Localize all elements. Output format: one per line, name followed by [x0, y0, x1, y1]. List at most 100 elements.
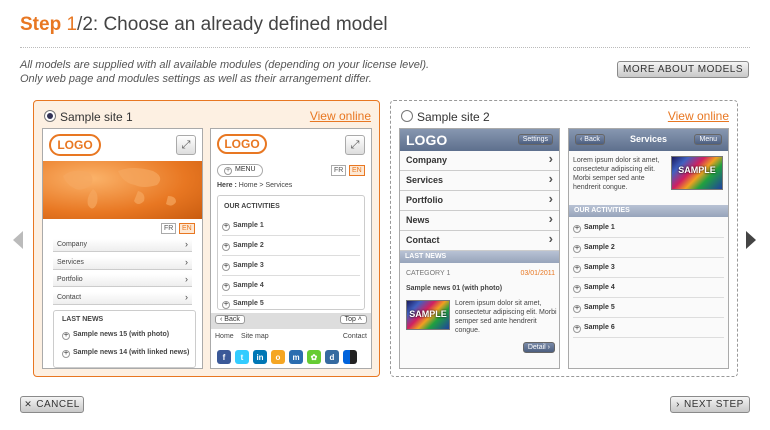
activity-item: Sample 2	[233, 242, 264, 249]
plus-icon: +	[222, 283, 230, 291]
more-about-models-button[interactable]: MORE ABOUT MODELS	[617, 61, 749, 78]
breadcrumb: Home > Services	[238, 182, 293, 189]
view-online-link-2[interactable]: View online	[668, 109, 729, 123]
expand-icon: ⤢	[176, 135, 196, 155]
news-item: Sample news 14 (with linked news)	[73, 349, 190, 356]
activities-heading: OUR ACTIVITIES	[224, 203, 280, 210]
activity-item: Sample 4	[233, 282, 264, 289]
step-word: Step	[20, 14, 62, 35]
menu-button: Menu	[694, 134, 722, 145]
myspace-icon: m	[289, 350, 303, 364]
footer-contact: Contact	[342, 333, 367, 340]
intro-text: All models are supplied with all availab…	[20, 58, 580, 86]
world-map-icon	[63, 168, 176, 209]
activity-item: Sample 1	[584, 224, 615, 231]
preview-phone-1a: LOGO ⤢ FR EN Company Services Portfolio …	[42, 128, 203, 369]
mobile-header: LOGO Settings	[400, 129, 559, 151]
cancel-button[interactable]: ✕ CANCEL	[20, 396, 84, 413]
activity-item: Sample 5	[584, 304, 615, 311]
radio-site-2[interactable]	[401, 110, 413, 122]
news-title: Sample news 01 (with photo)	[406, 285, 503, 292]
model-card-site-2[interactable]: Sample site 2 View online LOGO Settings …	[390, 100, 738, 377]
next-arrow-icon[interactable]	[746, 231, 756, 249]
sample-text: SAMPLE	[409, 309, 447, 319]
activity-item: Sample 5	[233, 300, 264, 307]
activity-item: Sample 3	[233, 262, 264, 269]
lang-fr: FR	[331, 165, 347, 176]
chevron-right-icon: ›	[676, 399, 680, 410]
menu-item-news: News	[400, 209, 559, 231]
settings-button: Settings	[517, 134, 553, 145]
last-news-box: LAST NEWS + Sample news 15 (with photo) +…	[53, 310, 196, 368]
activity-item: Sample 1	[233, 222, 264, 229]
plus-icon: +	[62, 332, 70, 340]
last-news-bar: LAST NEWS	[400, 251, 559, 263]
footer-sitemap: Site map	[241, 333, 269, 340]
menu-item-portfolio: Portfolio	[400, 189, 559, 211]
plus-icon: +	[224, 167, 232, 175]
back-button: Back	[224, 316, 240, 323]
top-button: Top	[344, 316, 356, 323]
plus-icon: +	[573, 225, 581, 233]
lang-en: EN	[179, 223, 195, 234]
activities-bar: OUR ACTIVITIES	[569, 205, 728, 217]
news-item: Sample news 15 (with photo)	[73, 331, 170, 338]
step-total: /2	[77, 14, 93, 35]
next-label: NEXT STEP	[683, 399, 744, 410]
services-excerpt: Lorem ipsum dolor sit amet, consectetur …	[573, 157, 660, 191]
title-text: : Choose an already defined model	[92, 14, 388, 35]
plus-icon: +	[573, 285, 581, 293]
next-step-button[interactable]: › NEXT STEP	[670, 396, 750, 413]
delicious-icon	[343, 350, 357, 364]
plus-icon: +	[62, 350, 70, 358]
preview-phone-2a: LOGO Settings Company Services Portfolio…	[399, 128, 560, 369]
logo: LOGO	[217, 134, 267, 154]
footer-home: Home	[215, 333, 234, 340]
close-icon: ✕	[24, 399, 33, 409]
plus-icon: +	[573, 245, 581, 253]
plus-icon: +	[573, 325, 581, 333]
breadcrumb-label: Here :	[217, 182, 237, 189]
expand-icon: ⤢	[345, 135, 365, 155]
plus-icon: +	[222, 223, 230, 231]
detail-button: Detail ›	[522, 342, 555, 353]
sample-text: SAMPLE	[678, 165, 716, 175]
twitter-icon: t	[235, 350, 249, 364]
facebook-icon: f	[217, 350, 231, 364]
services-thumbnail: SAMPLE	[671, 156, 723, 190]
preview-phone-1b: LOGO ⤢ + MENU FR EN Here : Home > Service…	[210, 128, 372, 369]
netvibes-icon: ✿	[307, 350, 321, 364]
intro-line-1: All models are supplied with all availab…	[20, 59, 430, 71]
plus-icon: +	[222, 243, 230, 251]
site-1-label: Sample site 1	[60, 110, 133, 124]
cancel-label: CANCEL	[36, 399, 80, 410]
lang-en: EN	[349, 165, 365, 176]
activity-item: Sample 4	[584, 284, 615, 291]
news-excerpt: Lorem ipsum dolor sit amet, consectetur …	[455, 300, 557, 334]
detail-label: Detail	[527, 344, 546, 351]
plus-icon: +	[222, 263, 230, 271]
news-category: CATEGORY 1	[406, 270, 451, 277]
logo: LOGO	[406, 132, 448, 148]
menu-item-services: Services	[53, 256, 192, 270]
preview-phone-2b: ‹ Back Services Menu Lorem ipsum dolor s…	[568, 128, 729, 369]
activity-item: Sample 2	[584, 244, 615, 251]
activity-item: Sample 6	[584, 324, 615, 331]
menu-item-contact: Contact	[53, 291, 192, 305]
radio-site-1[interactable]	[44, 110, 56, 122]
model-card-site-1[interactable]: Sample site 1 View online LOGO ⤢ FR EN C…	[33, 100, 380, 377]
menu-item-company: Company	[53, 238, 192, 252]
linkedin-icon: in	[253, 350, 267, 364]
plus-icon: +	[573, 265, 581, 273]
mobile-header: ‹ Back Services Menu	[569, 129, 728, 151]
menu-item-company: Company	[400, 149, 559, 171]
view-online-link-1[interactable]: View online	[310, 109, 371, 123]
menu-item-contact: Contact	[400, 229, 559, 251]
news-thumbnail: SAMPLE	[406, 300, 450, 330]
menu-item-portfolio: Portfolio	[53, 273, 192, 287]
step-number: 1	[66, 14, 78, 35]
prev-arrow-icon[interactable]	[13, 231, 23, 249]
world-map-banner	[43, 161, 202, 219]
intro-line-2: Only web page and modules settings as we…	[20, 73, 372, 85]
activities-box: OUR ACTIVITIES + Sample 1 + Sample 2 + Samp…	[217, 195, 365, 310]
